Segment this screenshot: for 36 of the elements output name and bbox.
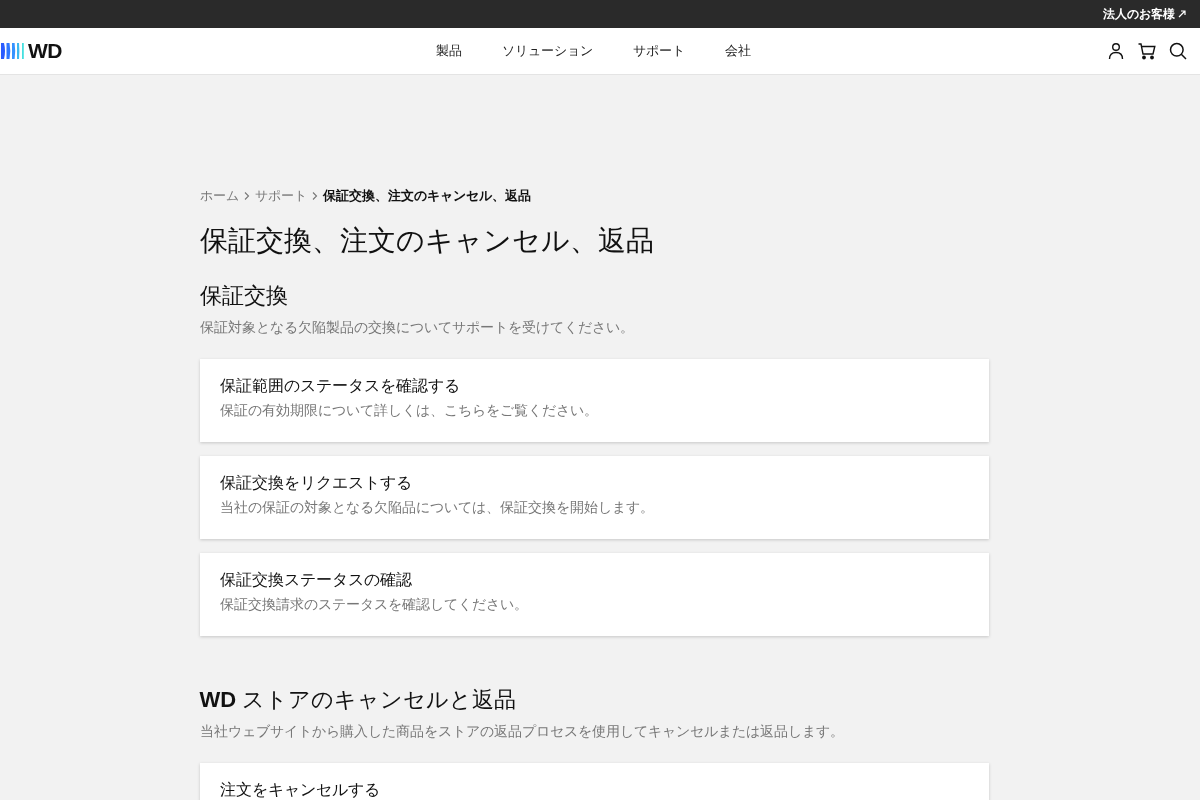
- card-description: 当社の保証の対象となる欠陥品については、保証交換を開始します。: [219, 498, 655, 517]
- section-heading: WD ストアのキャンセルと返品: [199, 686, 518, 714]
- nav-link[interactable]: サポート: [632, 42, 685, 60]
- nav-link[interactable]: 製品: [435, 42, 462, 60]
- link-card[interactable]: 注文をキャンセルする: [199, 763, 989, 800]
- card-title: 保証交換をリクエストする: [219, 473, 413, 493]
- link-card[interactable]: 保証交換ステータスの確認 保証交換請求のステータスを確認してください。: [199, 553, 989, 636]
- nav-link[interactable]: ソリューション: [501, 42, 593, 60]
- nav-link[interactable]: 会社: [724, 42, 751, 60]
- section-description: 保証対象となる欠陥製品の交換についてサポートを受けてください。: [199, 318, 635, 337]
- business-customers-link[interactable]: 法人のお客様: [1103, 5, 1186, 23]
- person-icon: [1107, 42, 1125, 60]
- search-button[interactable]: [1169, 42, 1187, 60]
- card-title: 注文をキャンセルする: [219, 780, 381, 800]
- external-arrow-icon: [1178, 10, 1186, 18]
- link-card[interactable]: 保証範囲のステータスを確認する 保証の有効期限について詳しくは、こちらをご覧ください。: [199, 359, 989, 442]
- current-page-label: 保証交換、注文のキャンセル、返品: [322, 187, 531, 205]
- logo-text: WD: [28, 39, 62, 63]
- page-title: 保証交換、注文のキャンセル、返品: [199, 224, 655, 258]
- card-title: 保証範囲のステータスを確認する: [219, 376, 461, 396]
- card-description: 保証交換請求のステータスを確認してください。: [219, 595, 529, 614]
- chevron-right-icon: [243, 192, 250, 200]
- search-icon: [1169, 42, 1187, 60]
- section-description: 当社ウェブサイトから購入した商品をストアの返品プロセスを使用してキャンセルまたは返品します。: [199, 722, 845, 741]
- card-description: 保証の有効期限について詳しくは、こちらをご覧ください。: [219, 401, 599, 420]
- cart-button[interactable]: [1138, 42, 1156, 60]
- chevron-right-icon: [311, 192, 318, 200]
- cart-icon: [1138, 42, 1156, 60]
- account-button[interactable]: [1107, 42, 1125, 60]
- card-title: 保証交換ステータスの確認: [219, 570, 413, 590]
- link-card[interactable]: 保証交換をリクエストする 当社の保証の対象となる欠陥品については、保証交換を開始します。: [199, 456, 989, 539]
- breadcrumb-link[interactable]: サポート: [254, 187, 307, 205]
- logo[interactable]: WD: [0, 39, 62, 63]
- section-heading: 保証交換: [199, 282, 289, 310]
- breadcrumb-link[interactable]: ホーム: [199, 187, 239, 205]
- logo-bars-icon: [1, 43, 24, 59]
